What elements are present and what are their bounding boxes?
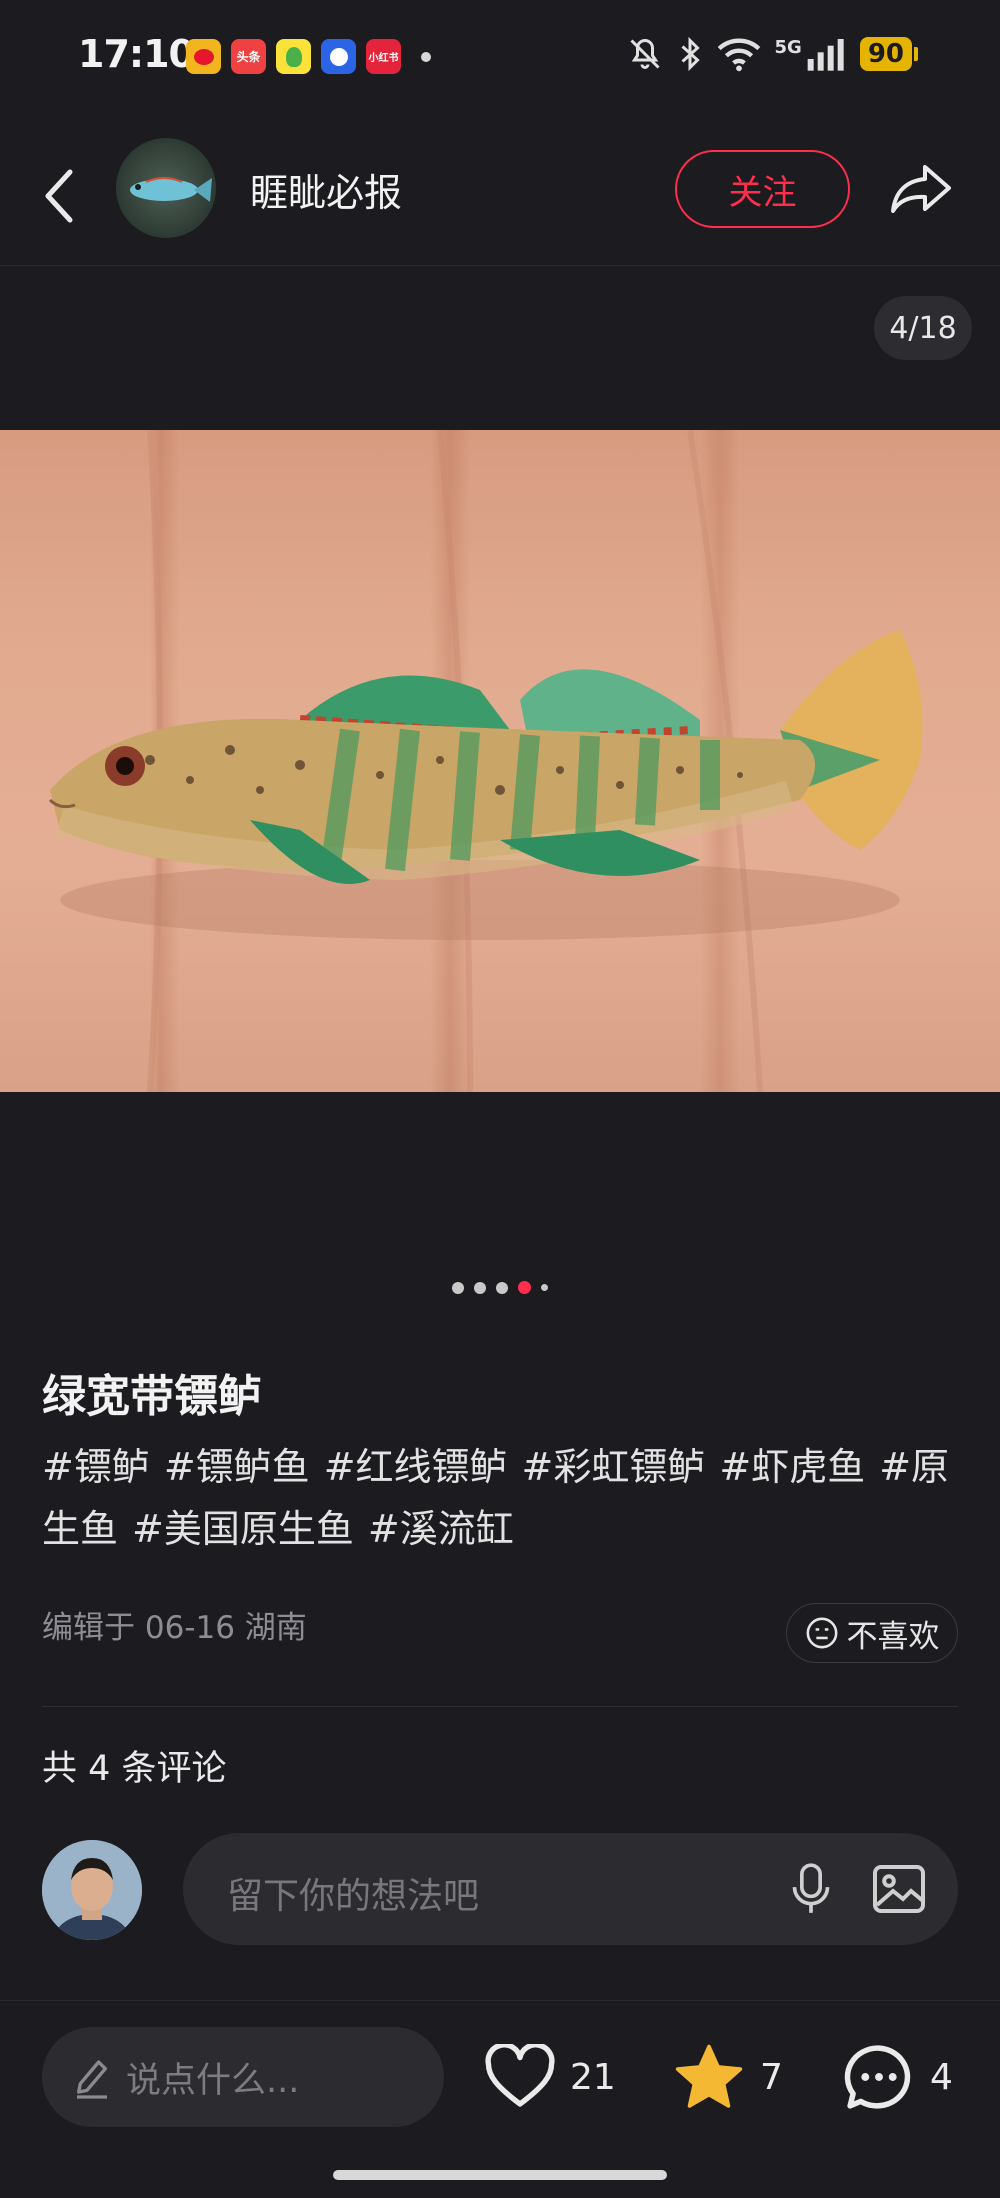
system-status: 5G 90 — [627, 36, 919, 72]
divider — [42, 1706, 958, 1707]
tag-link[interactable]: #溪流缸 — [368, 1507, 514, 1551]
quick-comment-input[interactable]: 说点什么... — [42, 2027, 444, 2127]
back-button[interactable] — [36, 156, 82, 236]
user-avatar[interactable] — [42, 1840, 142, 1940]
fish-avatar-image — [130, 177, 212, 202]
baidu-icon — [321, 39, 356, 74]
comment-count: 共 4 条评论 — [42, 1749, 227, 1789]
network-type: 5G — [774, 36, 802, 58]
status-bar: 17:10 头条 小红书 5G 90 — [0, 0, 1000, 112]
comment-input[interactable]: 留下你的想法吧 — [183, 1833, 958, 1945]
notification-icons: 头条 小红书 — [186, 39, 431, 74]
post-image[interactable] — [0, 430, 1000, 1092]
status-time: 17:10 — [78, 32, 195, 76]
image-icon — [873, 1865, 925, 1913]
microphone-icon — [792, 1863, 830, 1913]
home-indicator[interactable] — [333, 2170, 667, 2180]
bottom-action-bar: 说点什么... 21 7 4 — [0, 2000, 1000, 2198]
user-avatar-image — [42, 1840, 142, 1940]
quick-comment-placeholder: 说点什么... — [126, 2060, 300, 2101]
author-name[interactable]: 睚眦必报 — [250, 162, 402, 217]
page-dot — [474, 1281, 486, 1294]
follow-button[interactable]: 关注 — [675, 150, 850, 228]
image-counter: 4/18 — [874, 296, 972, 360]
dislike-label: 不喜欢 — [846, 1618, 940, 1655]
tag-link[interactable]: #镖鲈 — [42, 1445, 150, 1489]
star-icon — [675, 2044, 743, 2108]
tag-link[interactable]: #彩虹镖鲈 — [522, 1445, 706, 1489]
xiaohongshu-icon: 小红书 — [366, 39, 401, 74]
wifi-icon — [717, 38, 760, 72]
favorite-button[interactable]: 7 — [672, 2037, 783, 2117]
pencil-icon — [77, 2060, 108, 2099]
bluetooth-icon — [680, 36, 700, 72]
share-button[interactable] — [884, 152, 958, 226]
post-tags: #镖鲈 #镖鲈鱼 #红线镖鲈 #彩虹镖鲈 #虾虎鱼 #原生鱼 #美国原生鱼 #溪流缸 — [42, 1436, 962, 1560]
page-dot — [496, 1281, 508, 1294]
mute-icon — [629, 38, 660, 69]
image-input-button[interactable] — [867, 1857, 931, 1921]
like-count: 21 — [570, 2056, 616, 2098]
toutiao-icon: 头条 — [231, 39, 266, 74]
comment-input-placeholder: 留下你的想法吧 — [227, 1876, 480, 1917]
author-avatar[interactable] — [116, 138, 216, 238]
like-button[interactable]: 21 — [484, 2037, 616, 2117]
fish-photo — [48, 430, 923, 1092]
edit-meta: 编辑于 06-16 湖南 — [42, 1610, 307, 1646]
heart-icon — [485, 2044, 555, 2107]
comment-bubble-icon — [844, 2045, 911, 2109]
comment-button[interactable]: 4 — [842, 2037, 953, 2117]
tag-link[interactable]: #红线镖鲈 — [324, 1445, 508, 1489]
comment-count-badge: 4 — [930, 2056, 953, 2098]
post-header: 睚眦必报 关注 — [0, 126, 1000, 266]
tag-link[interactable]: #虾虎鱼 — [719, 1445, 865, 1489]
gallery-pagination — [0, 1281, 1000, 1294]
page-dot-active — [518, 1281, 531, 1294]
page-dot — [452, 1281, 464, 1294]
voice-input-button[interactable] — [779, 1857, 843, 1921]
page-dot — [541, 1284, 548, 1291]
tag-link[interactable]: #美国原生鱼 — [132, 1507, 354, 1551]
qq-music-icon — [276, 39, 311, 74]
neutral-face-icon — [806, 1617, 837, 1649]
weibo-icon — [186, 39, 221, 74]
dislike-button[interactable]: 不喜欢 — [786, 1603, 958, 1663]
more-notifications-dot — [421, 51, 431, 62]
tag-link[interactable]: #镖鲈鱼 — [164, 1445, 310, 1489]
share-icon — [891, 165, 951, 213]
battery-indicator: 90 — [859, 37, 919, 71]
chevron-left-icon — [45, 169, 73, 223]
signal-icon — [807, 39, 844, 71]
favorite-count: 7 — [760, 2056, 783, 2098]
post-title: 绿宽带镖鲈 — [42, 1371, 262, 1422]
